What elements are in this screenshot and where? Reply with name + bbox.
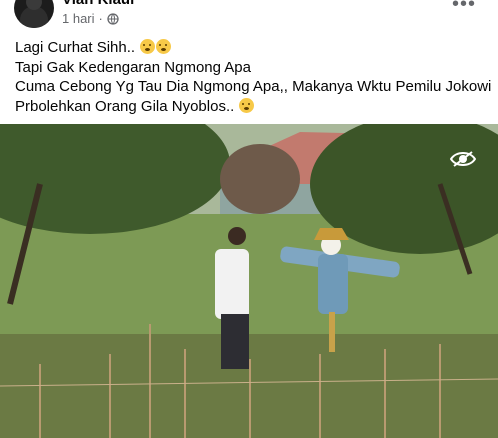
post-line: Tapi Gak Kedengaran Ngmong Apa [15,58,251,76]
astonished-face-emoji [239,97,255,113]
post-line: Lagi Curhat Sihh.. [15,38,490,58]
eye-icon[interactable] [450,150,476,168]
avatar[interactable] [14,0,54,28]
post-line: Prbolehkan Orang Gila Nyoblos.. [15,97,490,117]
photo-scene [0,124,498,438]
thinking-face-emoji [140,39,156,54]
thinking-face-emoji [156,39,172,54]
meta-separator: · [98,11,103,26]
post-line: Cuma Cebong Yg Tau Dia Ngmong Apa,, Maka… [15,78,492,95]
more-options-icon[interactable]: ••• [452,0,476,14]
author-name[interactable]: Vian Kiaul [62,0,134,8]
post-photo[interactable] [0,124,498,438]
post-time[interactable]: 1 hari [62,11,95,26]
post-text: Lagi Curhat Sihh.. Tapi Gak Kedengaran N… [15,38,492,117]
post-header: Vian Kiaul 1 hari · ••• [0,0,498,32]
globe-icon [107,12,119,25]
post-meta: 1 hari · [62,11,119,26]
